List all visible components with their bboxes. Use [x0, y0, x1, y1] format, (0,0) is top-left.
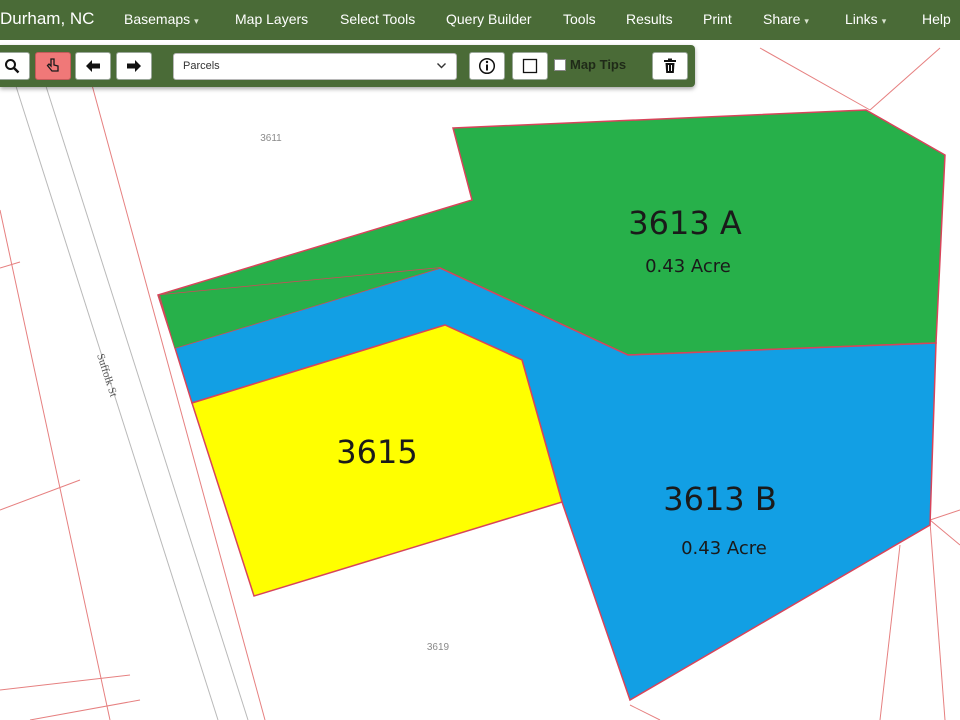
rectangle-select-button[interactable]	[512, 52, 548, 80]
arrow-right-icon	[127, 60, 141, 72]
layer-select-value: Parcels	[183, 60, 220, 72]
zoom-button[interactable]	[0, 52, 30, 80]
nav-tools[interactable]: Tools	[563, 11, 596, 27]
brand-title: Durham, NC	[0, 9, 95, 28]
select-pointer-button[interactable]	[35, 52, 71, 80]
info-icon	[478, 57, 496, 75]
zoom-icon	[5, 59, 20, 74]
nav-select-tools[interactable]: Select Tools	[340, 11, 415, 27]
nav-query-builder[interactable]: Query Builder	[446, 11, 532, 27]
trash-icon	[664, 58, 676, 73]
rectangle-select-icon	[522, 58, 538, 74]
top-navbar: Durham, NC Basemaps ▾ Map Layers Select T…	[0, 0, 960, 40]
previous-extent-button[interactable]	[75, 52, 111, 80]
identify-button[interactable]	[469, 52, 505, 80]
nav-basemaps[interactable]: Basemaps ▾	[124, 11, 199, 27]
next-extent-button[interactable]	[116, 52, 152, 80]
chevron-down-icon	[437, 63, 446, 69]
layer-select[interactable]: Parcels	[173, 53, 457, 80]
nav-links[interactable]: Links ▾	[845, 11, 886, 27]
caret-down-icon: ▾	[804, 16, 809, 26]
parcel-label-3613-a: 3613 A	[628, 204, 742, 242]
parcel-number-3611: 3611	[260, 133, 282, 144]
clear-graphics-button[interactable]	[652, 52, 688, 80]
nav-share[interactable]: Share ▾	[763, 11, 809, 27]
parcel-number-3619: 3619	[427, 642, 450, 653]
parcel-label-3615: 3615	[336, 433, 417, 471]
map-tips-label: Map Tips	[570, 57, 627, 72]
nav-results[interactable]: Results	[626, 11, 673, 27]
parcel-area-3613-b: 0.43 Acre	[681, 538, 767, 559]
arrow-left-icon	[86, 60, 100, 72]
map-tips-checkbox[interactable]	[554, 59, 566, 71]
nav-print[interactable]: Print	[703, 11, 732, 27]
caret-down-icon: ▾	[881, 16, 887, 26]
caret-down-icon: ▾	[194, 16, 199, 26]
nav-help[interactable]: Help	[922, 11, 951, 27]
select-pointer-icon	[46, 58, 59, 72]
nav-map-layers[interactable]: Map Layers	[235, 11, 308, 27]
map-canvas[interactable]: 3613 A 0.43 Acre 3613 B 0.43 Acre 3615 3…	[0, 0, 960, 720]
parcel-area-3613-a: 0.43 Acre	[645, 256, 731, 277]
parcel-label-3613-b: 3613 B	[663, 480, 777, 518]
